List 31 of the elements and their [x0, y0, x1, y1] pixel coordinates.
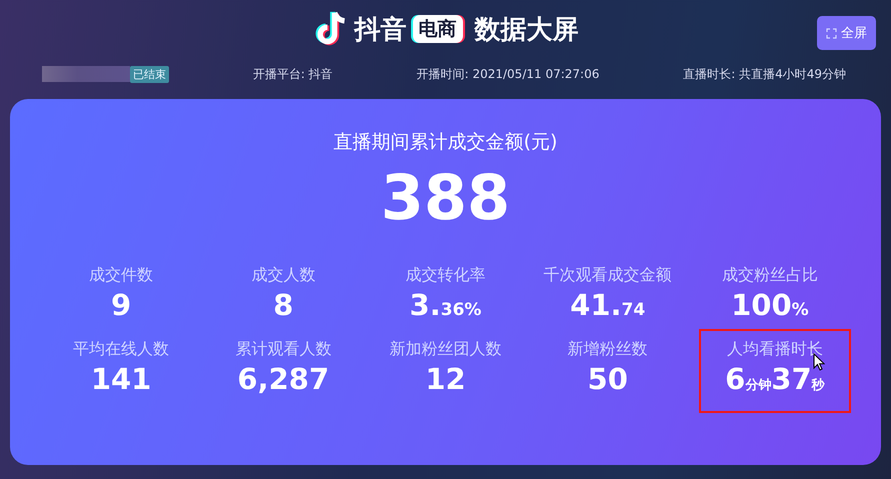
fullscreen-button[interactable]: 全屏 — [817, 16, 876, 50]
metric-value: 41.74 — [569, 288, 646, 322]
metric-value: 6分钟37秒 — [724, 362, 826, 396]
metric-label: 成交粉丝占比 — [720, 265, 819, 286]
metric-value: 141 — [90, 362, 152, 396]
metric-value: 100% — [730, 288, 810, 322]
brand-name: 抖音 — [354, 14, 406, 46]
metric-value: 9 — [110, 288, 132, 322]
metric-value: 50 — [586, 362, 629, 396]
metric-label: 新增粉丝数 — [566, 339, 649, 360]
metric-label: 平均在线人数 — [72, 339, 170, 360]
brand-badge: 电商 — [412, 15, 462, 43]
metric-label: 新加粉丝团人数 — [388, 339, 502, 360]
start-time-text: 开播时间: 2021/05/11 07:27:06 — [416, 66, 600, 82]
summary-value: 388 — [380, 161, 512, 235]
metric-value: 3.36% — [408, 288, 482, 322]
duration-text: 直播时长: 共直播4小时49分钟 — [683, 66, 846, 82]
summary-label: 直播期间累计成交金额(元) — [332, 130, 558, 155]
metric-label: 成交件数 — [88, 265, 154, 286]
status-badge: 已结束 — [130, 66, 169, 82]
metric-value: 12 — [424, 362, 467, 396]
metric-label: 成交人数 — [250, 265, 316, 286]
metric-label: 累计观看人数 — [234, 339, 332, 360]
metric-value: 6,287 — [236, 362, 330, 396]
metric-label: 千次观看成交金额 — [542, 265, 673, 286]
page-title: 数据大屏 — [474, 14, 578, 46]
platform-text: 开播平台: 抖音 — [252, 66, 333, 82]
expand-icon — [826, 28, 837, 38]
metric-label: 人均看播时长 — [726, 339, 824, 360]
metric-label: 成交转化率 — [404, 265, 486, 286]
metric-value: 8 — [272, 288, 294, 322]
